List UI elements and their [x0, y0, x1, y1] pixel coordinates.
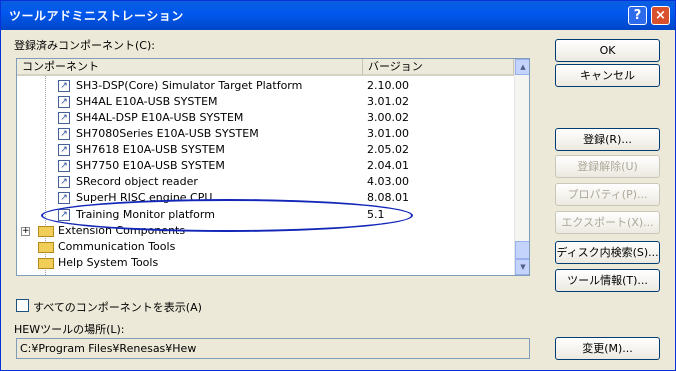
folder-name: Communication Tools: [58, 240, 176, 253]
component-icon: ↗: [58, 144, 70, 156]
component-version: 8.08.01: [367, 191, 409, 204]
component-version: 3.00.02: [367, 111, 409, 124]
component-icon: ↗: [58, 128, 70, 140]
scroll-down-button[interactable]: ▼: [515, 259, 529, 275]
list-item[interactable]: ↗ SH7618 E10A-USB SYSTEM 2.05.02: [17, 142, 514, 158]
tool-info-button[interactable]: ツール情報(T)...: [555, 269, 660, 292]
component-version: 3.01.00: [367, 127, 409, 140]
unregister-button[interactable]: 登録解除(U): [555, 155, 660, 178]
folder-icon: [38, 242, 54, 253]
component-icon: ↗: [58, 176, 70, 188]
component-name: SRecord object reader: [76, 175, 198, 188]
list-item[interactable]: ↗ SH7080Series E10A-USB SYSTEM 3.01.00: [17, 126, 514, 142]
tree-folder[interactable]: Help System Tools: [17, 255, 514, 271]
component-name: SH4AL E10A-USB SYSTEM: [76, 95, 218, 108]
properties-button[interactable]: プロパティ(P)...: [555, 183, 660, 206]
component-name: SH7080Series E10A-USB SYSTEM: [76, 127, 259, 140]
component-icon: ↗: [58, 192, 70, 204]
component-version: 3.01.02: [367, 95, 409, 108]
tool-administration-dialog: ツールアドミニストレーション ? × 登録済みコンポーネント(C): コンポーネ…: [0, 0, 676, 371]
close-button[interactable]: ×: [651, 6, 670, 25]
hew-location-label: HEWツールの場所(L):: [14, 323, 125, 336]
hew-path-field[interactable]: C:¥Program Files¥Renesas¥Hew: [16, 338, 530, 359]
window-title: ツールアドミニストレーション: [9, 9, 184, 23]
component-name: SH7750 E10A-USB SYSTEM: [76, 159, 225, 172]
component-icon: ↗: [58, 160, 70, 172]
expand-toggle[interactable]: +: [21, 227, 30, 236]
disk-search-button[interactable]: ディスク内検索(S)...: [555, 241, 660, 264]
component-list[interactable]: コンポーネント バージョン ↗ SH3-DSP(Core) Simulator …: [16, 58, 530, 276]
show-all-label: すべてのコンポーネントを表示(A): [33, 301, 202, 314]
list-item[interactable]: ↗ SRecord object reader 4.03.00: [17, 174, 514, 190]
folder-icon: [38, 226, 54, 237]
component-version: 2.04.01: [367, 159, 409, 172]
list-item[interactable]: ↗ SH4AL-DSP E10A-USB SYSTEM 3.00.02: [17, 110, 514, 126]
component-version: 2.10.00: [367, 79, 409, 92]
component-icon: ↗: [58, 80, 70, 92]
component-icon: ↗: [58, 96, 70, 108]
column-header-component[interactable]: コンポーネント: [17, 59, 363, 76]
list-item[interactable]: ↗ SH4AL E10A-USB SYSTEM 3.01.02: [17, 94, 514, 110]
vertical-scrollbar[interactable]: ▲ ▼: [514, 59, 529, 275]
help-button[interactable]: ?: [628, 6, 647, 25]
component-name: SH3-DSP(Core) Simulator Target Platform: [76, 79, 303, 92]
export-button[interactable]: エクスポート(X)...: [555, 211, 660, 234]
change-button[interactable]: 変更(M)...: [555, 337, 660, 360]
component-version: 4.03.00: [367, 175, 409, 188]
list-item[interactable]: ↗ SH3-DSP(Core) Simulator Target Platfor…: [17, 78, 514, 94]
folder-name: Help System Tools: [58, 256, 159, 269]
cancel-button[interactable]: キャンセル: [555, 64, 660, 87]
title-bar: ツールアドミニストレーション ? ×: [1, 1, 675, 30]
folder-icon: [38, 258, 54, 269]
ok-button[interactable]: OK: [555, 39, 660, 62]
component-icon: ↗: [58, 112, 70, 124]
registered-components-label: 登録済みコンポーネント(C):: [14, 39, 155, 52]
list-item[interactable]: ↗ SH7750 E10A-USB SYSTEM 2.04.01: [17, 158, 514, 174]
component-version: 2.05.02: [367, 143, 409, 156]
show-all-checkbox[interactable]: [16, 299, 29, 312]
component-name: SH7618 E10A-USB SYSTEM: [76, 143, 225, 156]
column-header-version[interactable]: バージョン: [363, 59, 514, 76]
register-button[interactable]: 登録(R)...: [555, 128, 660, 151]
scroll-thumb[interactable]: [515, 241, 529, 259]
tree-folder[interactable]: Communication Tools: [17, 239, 514, 255]
scroll-up-button[interactable]: ▲: [515, 59, 529, 75]
component-name: SH4AL-DSP E10A-USB SYSTEM: [76, 111, 244, 124]
highlight-annotation: [41, 199, 413, 232]
